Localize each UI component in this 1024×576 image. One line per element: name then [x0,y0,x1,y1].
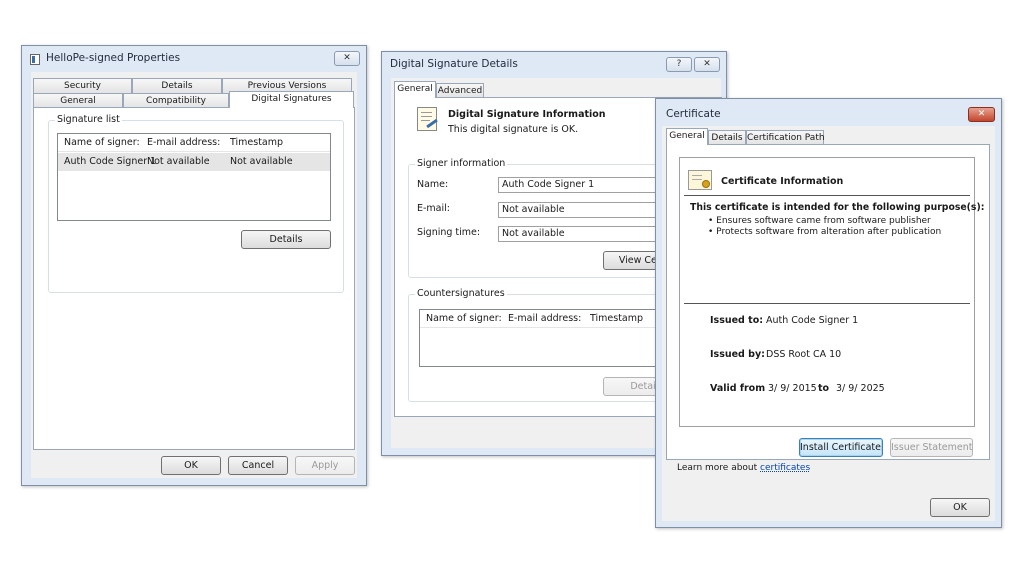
signer-name: Auth Code Signer 1 [64,156,157,167]
signature-list-group: Signature list Name of signer: E-mail ad… [48,114,344,293]
tab-advanced[interactable]: Advanced [436,83,484,98]
close-button[interactable]: ✕ [694,57,720,72]
certificate-icon [688,170,712,190]
purpose-item: • Protects software from alteration afte… [708,227,942,237]
tab-general[interactable]: General [394,81,436,98]
tab-security[interactable]: Security [33,78,132,93]
issuer-statement-button[interactable]: Issuer Statement [890,438,973,457]
ok-button[interactable]: OK [161,456,221,475]
signer-email: Not available [147,156,210,167]
apply-button[interactable]: Apply [295,456,355,475]
issued-to-value: Auth Code Signer 1 [766,315,859,326]
tab-certification-path[interactable]: Certification Path [746,130,825,145]
tab-general[interactable]: General [33,93,123,108]
certificate-window: Certificate ✕ General Details Certificat… [655,98,1002,528]
column-header[interactable]: Name of signer: [426,310,502,328]
signer-timestamp: Not available [230,156,293,167]
signature-list[interactable]: Name of signer: E-mail address: Timestam… [57,133,331,221]
issued-by-label: Issued by: [710,349,765,360]
certificate-general-panel: Certificate Information This certificate… [666,144,990,460]
tab-details[interactable]: Details [708,130,746,145]
file-icon [30,54,40,65]
tab-compatibility[interactable]: Compatibility [123,93,229,108]
window-title: HelloPe-signed Properties [46,52,181,64]
valid-to-value: 3/ 9/ 2025 [836,383,885,394]
window-title: Digital Signature Details [390,58,518,70]
cancel-button[interactable]: Cancel [228,456,288,475]
tab-general[interactable]: General [666,128,708,145]
close-icon: ✕ [977,109,986,119]
certificates-link[interactable]: certificates [760,463,810,473]
valid-from-value: 3/ 9/ 2015 [768,383,817,394]
signature-status: This digital signature is OK. [448,124,579,135]
email-label: E-mail: [417,203,450,214]
purpose-heading: This certificate is intended for the fol… [690,202,985,213]
help-icon: ? [676,59,682,69]
signer-group-label: Signer information [415,158,508,169]
column-header[interactable]: Name of signer: [64,134,140,152]
properties-window: HelloPe-signed Properties ✕ Security Det… [21,45,367,486]
signature-list-label: Signature list [55,114,122,125]
table-row[interactable]: Auth Code Signer 1 Not available Not ava… [58,153,330,171]
ok-button[interactable]: OK [930,498,990,517]
close-icon: ✕ [343,53,351,63]
list-header: Name of signer: E-mail address: Timestam… [58,134,330,152]
column-header[interactable]: E-mail address: [508,310,581,328]
column-header[interactable]: Timestamp [590,310,643,328]
certificate-client: General Details Certification Path Certi… [662,126,995,521]
valid-to-label: to [818,383,830,394]
window-title: Certificate [666,108,721,120]
properties-client: Security Details Previous Versions Gener… [31,72,357,478]
close-button[interactable]: ✕ [334,51,360,66]
column-header[interactable]: E-mail address: [147,134,220,152]
learn-more-text: Learn more about certificates [677,463,810,473]
purpose-text: Ensures software came from software publ… [716,216,931,226]
valid-from-label: Valid from [710,383,766,394]
signature-document-icon [417,107,438,131]
certificate-info-box: Certificate Information This certificate… [679,157,984,427]
signature-info-title: Digital Signature Information [448,109,606,120]
tab-digital-signatures[interactable]: Digital Signatures [229,91,354,108]
help-button[interactable]: ? [666,57,692,72]
purpose-text: Protects software from alteration after … [716,227,942,237]
divider [684,195,970,196]
close-icon: ✕ [703,59,711,69]
issued-to-label: Issued to: [710,315,764,326]
certificate-info-title: Certificate Information [721,176,844,187]
column-header[interactable]: Timestamp [230,134,283,152]
install-certificate-button[interactable]: Install Certificate... [799,438,883,457]
name-label: Name: [417,179,449,190]
tab-details[interactable]: Details [132,78,222,93]
details-button[interactable]: Details [241,230,331,249]
purpose-item: • Ensures software came from software pu… [708,216,931,226]
divider [684,303,970,304]
countersignatures-label: Countersignatures [415,288,507,299]
issued-by-value: DSS Root CA 10 [766,349,842,360]
close-button[interactable]: ✕ [968,107,995,122]
signing-time-label: Signing time: [417,227,481,238]
digital-signatures-panel: Signature list Name of signer: E-mail ad… [33,107,355,450]
learn-more-label: Learn more about [677,463,758,473]
